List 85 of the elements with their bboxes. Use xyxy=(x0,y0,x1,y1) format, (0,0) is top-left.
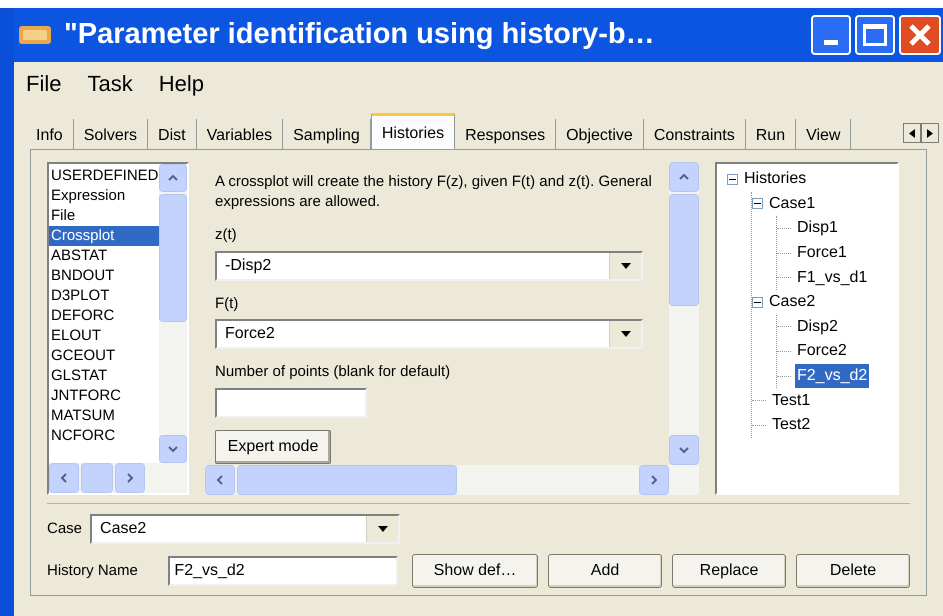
dropdown-arrow-button[interactable] xyxy=(609,252,641,278)
scroll-thumb[interactable] xyxy=(237,465,457,495)
field-label: Number of points (blank for default) xyxy=(215,362,452,382)
close-icon xyxy=(908,23,932,47)
dropdown-value: Force2 xyxy=(224,324,276,344)
caret-down-icon xyxy=(378,526,388,532)
list-item[interactable]: D3PLOT xyxy=(49,286,159,306)
menu-item[interactable]: File xyxy=(26,67,62,100)
dropdown-arrow-button[interactable] xyxy=(609,321,641,347)
maximize-icon xyxy=(863,24,887,46)
list-item[interactable]: DEFORC xyxy=(49,306,159,326)
tab-scroll-button[interactable] xyxy=(921,123,939,143)
list-item[interactable]: File xyxy=(49,206,159,226)
scroll-button[interactable] xyxy=(159,435,187,463)
field-label: History Name xyxy=(47,560,139,581)
input-field[interactable]: F2_vs_d2 xyxy=(168,556,398,586)
horizontal-scrollbar[interactable] xyxy=(49,463,187,493)
list-item[interactable]: MATSUM xyxy=(49,406,159,426)
tab[interactable]: Histories xyxy=(370,113,456,149)
tree-item[interactable]: Disp2 xyxy=(795,314,840,339)
tab-scroll-button[interactable] xyxy=(903,123,921,143)
tree-item[interactable]: F2_vs_d2 xyxy=(795,364,870,388)
field-label: z(t) xyxy=(215,225,238,245)
collapse-toggle[interactable] xyxy=(727,174,738,185)
scroll-button[interactable] xyxy=(669,435,699,465)
tree-item[interactable]: Case2 xyxy=(767,290,818,314)
list-item[interactable]: BNDOUT xyxy=(49,266,159,286)
list-item[interactable]: ELOUT xyxy=(49,326,159,346)
tree-item[interactable]: Disp1 xyxy=(795,216,840,240)
dropdown[interactable]: Case2 xyxy=(90,514,400,544)
scroll-thumb[interactable] xyxy=(669,194,699,306)
description-text: A crossplot will create the history F(z), given F(t) and z(t). General expressions are allowed. xyxy=(215,172,653,212)
scroll-thumb[interactable] xyxy=(81,463,113,493)
tree-item[interactable]: Histories xyxy=(742,167,808,192)
caret-down-icon xyxy=(620,331,630,337)
dialog-button[interactable]: Delete xyxy=(796,554,910,588)
tree-item[interactable]: Case1 xyxy=(767,192,818,216)
scroll-button[interactable] xyxy=(159,164,187,192)
scroll-button[interactable] xyxy=(205,465,235,495)
list-item[interactable]: GLSTAT xyxy=(49,366,159,386)
field-label: F(t) xyxy=(215,294,240,314)
menu-item[interactable]: Task xyxy=(87,67,133,100)
dropdown-value: -Disp2 xyxy=(224,256,272,276)
dialog-button[interactable]: Show def… xyxy=(412,554,538,588)
input-field[interactable] xyxy=(215,388,367,418)
maximize-button[interactable] xyxy=(855,15,895,55)
tree-item[interactable]: Force1 xyxy=(795,241,849,266)
caret-left-icon xyxy=(909,128,915,138)
list-item[interactable]: Crossplot xyxy=(49,226,159,246)
scroll-button[interactable] xyxy=(639,465,669,495)
collapse-toggle[interactable] xyxy=(752,296,763,308)
scroll-button[interactable] xyxy=(669,162,699,192)
list-item[interactable]: JNTFORC xyxy=(49,386,159,406)
tree-item[interactable]: Test1 xyxy=(770,388,812,413)
vertical-scrollbar[interactable] xyxy=(669,162,699,465)
window-title: "Parameter identification using history-b… xyxy=(64,17,656,52)
scroll-button[interactable] xyxy=(49,463,79,493)
caret-right-icon xyxy=(927,128,933,138)
field-label: Case xyxy=(47,518,82,539)
dropdown[interactable]: Force2 xyxy=(215,319,643,349)
menu-item[interactable]: Help xyxy=(158,67,204,100)
tree-item[interactable]: Force2 xyxy=(795,339,849,364)
dropdown-arrow-button[interactable] xyxy=(366,516,398,542)
list-item[interactable]: ABSTAT xyxy=(49,246,159,266)
caret-down-icon xyxy=(620,262,630,268)
tree-item[interactable]: Test2 xyxy=(770,413,812,438)
dropdown-value: Case2 xyxy=(99,519,148,539)
list-item[interactable]: USERDEFINED xyxy=(49,166,159,186)
scroll-thumb[interactable] xyxy=(159,194,187,322)
app-icon xyxy=(18,23,52,47)
scroll-button[interactable] xyxy=(115,463,145,493)
minimize-icon xyxy=(824,40,838,45)
dialog-button[interactable]: Replace xyxy=(672,554,786,588)
list-item[interactable]: GCEOUT xyxy=(49,346,159,366)
collapse-toggle[interactable] xyxy=(752,198,763,210)
expert-mode-button[interactable]: Expert mode xyxy=(215,430,331,464)
close-button[interactable] xyxy=(899,15,941,55)
vertical-scrollbar[interactable] xyxy=(159,164,187,463)
horizontal-scrollbar[interactable] xyxy=(205,465,699,495)
minimize-button[interactable] xyxy=(811,15,851,55)
list-item[interactable]: Expression xyxy=(49,186,159,206)
tree-item[interactable]: F1_vs_d1 xyxy=(795,266,870,290)
dropdown[interactable]: -Disp2 xyxy=(215,250,643,280)
list-item[interactable]: NCFORC xyxy=(49,426,159,446)
dialog-button[interactable]: Add xyxy=(548,554,662,588)
